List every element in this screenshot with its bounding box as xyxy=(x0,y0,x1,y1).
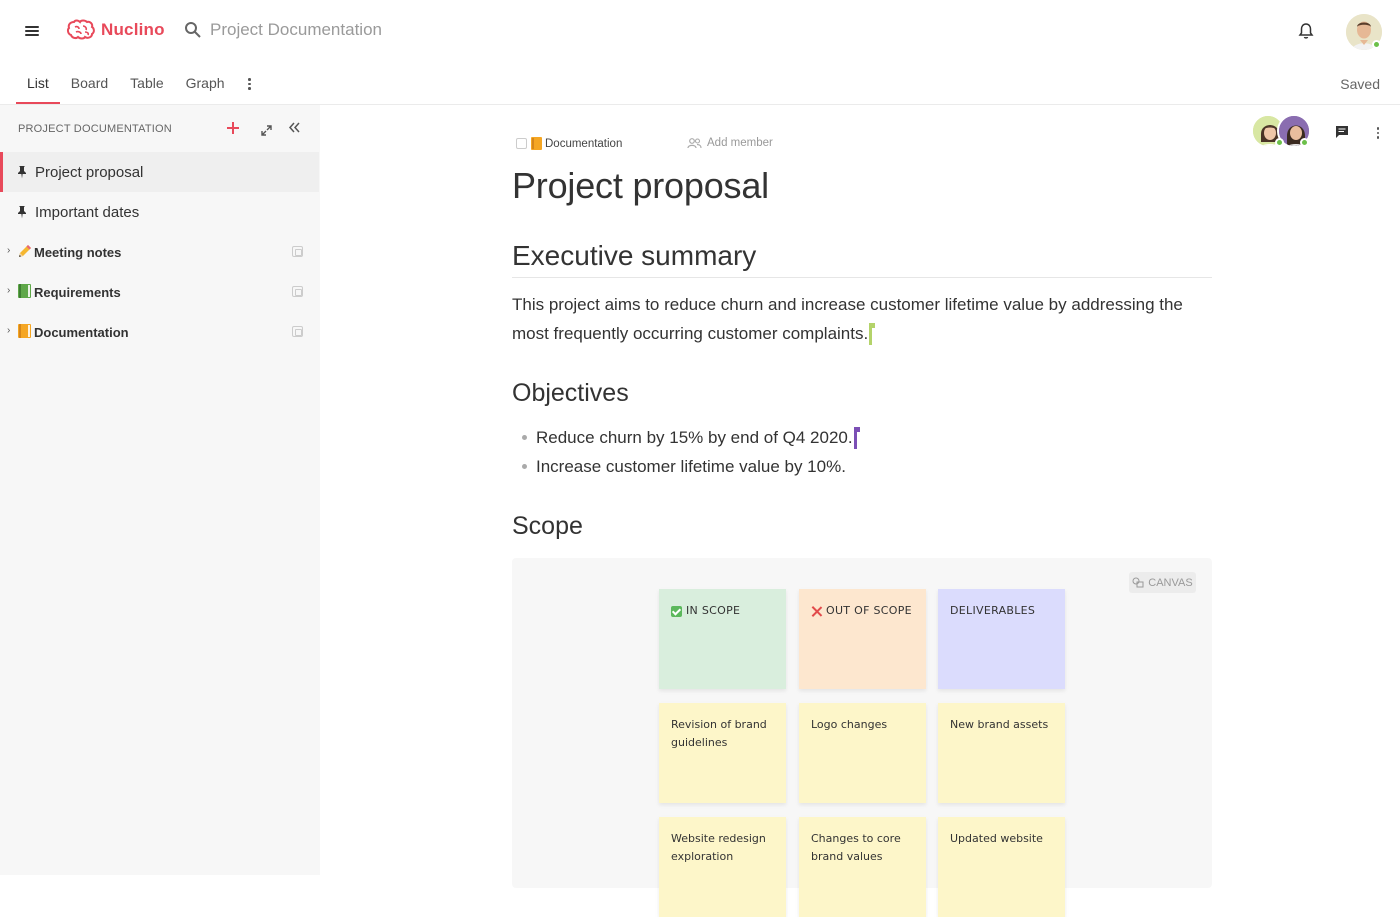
green-book-icon xyxy=(18,284,31,298)
plus-icon xyxy=(227,122,239,134)
list-item-text: Reduce churn by 15% by end of Q4 2020. xyxy=(536,428,853,447)
collection-breadcrumb[interactable]: Documentation xyxy=(516,137,622,150)
note-header: DELIVERABLES xyxy=(950,604,1036,617)
view-tabs: List Board Table Graph xyxy=(16,64,260,104)
collaborator-cursor xyxy=(853,427,860,449)
canvas-badge[interactable]: CANVAS xyxy=(1129,572,1196,593)
pin-icon xyxy=(18,166,26,179)
sticky-note[interactable]: Website redesign exploration xyxy=(659,817,786,917)
tab-list[interactable]: List xyxy=(16,64,60,104)
add-item-button[interactable] xyxy=(226,120,240,138)
app-name: Nuclino xyxy=(101,20,165,39)
sidebar: PROJECT DOCUMENTATION Project proposal I… xyxy=(0,105,320,875)
chevron-right-icon[interactable]: › xyxy=(7,325,10,336)
sticky-note[interactable]: Logo changes xyxy=(799,703,926,803)
bell-icon xyxy=(1298,23,1314,39)
note-text: Logo changes xyxy=(811,718,888,731)
chevron-right-icon[interactable]: › xyxy=(7,285,10,296)
collapse-sidebar-button[interactable] xyxy=(288,121,301,139)
sidebar-item-documentation[interactable]: › Documentation xyxy=(0,312,319,352)
tab-table[interactable]: Table xyxy=(119,64,174,104)
online-status-dot xyxy=(1372,40,1381,49)
note-header: IN SCOPE xyxy=(686,604,741,617)
note-header: OUT OF SCOPE xyxy=(826,604,912,617)
sidebar-item-label: Project proposal xyxy=(35,163,144,181)
pin-icon xyxy=(18,206,26,219)
list-item-text: Increase customer lifetime value by 10%. xyxy=(536,457,846,476)
scope-canvas[interactable]: CANVAS IN SCOPE OUT OF SCOPE DELIVERABLE… xyxy=(512,558,1212,917)
document-more-icon[interactable] xyxy=(1376,126,1380,140)
chevron-right-icon[interactable]: › xyxy=(7,245,10,256)
note-text: Updated website xyxy=(950,832,1043,845)
app-logo[interactable]: Nuclino xyxy=(66,18,165,42)
search-label: Project Documentation xyxy=(210,20,382,39)
shapes-icon xyxy=(1132,577,1144,588)
more-views-icon[interactable] xyxy=(240,64,260,104)
page-title[interactable]: Project proposal xyxy=(512,165,769,207)
top-bar: Nuclino Project Documentation xyxy=(0,0,1400,64)
list-item[interactable]: Increase customer lifetime value by 10%. xyxy=(512,452,857,481)
sticky-note[interactable]: New brand assets xyxy=(938,703,1065,803)
pencil-emoji-icon xyxy=(19,245,31,257)
online-status-dot xyxy=(1275,138,1284,147)
collection-name: Documentation xyxy=(545,137,623,150)
note-text: Revision of brand guidelines xyxy=(671,718,767,749)
orange-book-icon xyxy=(18,324,31,338)
save-status: Saved xyxy=(1340,76,1380,92)
sticky-note[interactable]: Revision of brand guidelines xyxy=(659,703,786,803)
sticky-note[interactable]: Updated website xyxy=(938,817,1065,917)
search-bar[interactable]: Project Documentation xyxy=(184,20,382,40)
sidebar-item-important-dates[interactable]: Important dates xyxy=(0,192,319,232)
sidebar-item-label: Documentation xyxy=(34,324,129,340)
canvas-badge-label: CANVAS xyxy=(1148,576,1193,589)
tab-graph[interactable]: Graph xyxy=(175,64,236,104)
heading-executive-summary[interactable]: Executive summary xyxy=(512,240,756,272)
sidebar-item-requirements[interactable]: › Requirements xyxy=(0,272,319,312)
expand-icon xyxy=(261,125,272,136)
people-icon xyxy=(687,137,702,148)
paragraph-text: This project aims to reduce churn and in… xyxy=(512,295,1183,343)
check-icon xyxy=(671,605,682,617)
note-text: Website redesign exploration xyxy=(671,832,766,863)
collaborators[interactable] xyxy=(1251,114,1311,150)
sticky-note-deliverables[interactable]: DELIVERABLES xyxy=(938,589,1065,689)
collaborator-cursor xyxy=(869,323,876,345)
brain-logo-icon xyxy=(66,19,95,40)
heading-objectives[interactable]: Objectives xyxy=(512,379,629,408)
sticky-note-out-of-scope[interactable]: OUT OF SCOPE xyxy=(799,589,926,689)
sticky-note-in-scope[interactable]: IN SCOPE xyxy=(659,589,786,689)
sidebar-header: PROJECT DOCUMENTATION xyxy=(18,123,172,135)
list-item[interactable]: Reduce churn by 15% by end of Q4 2020. xyxy=(512,423,860,452)
add-member-label: Add member xyxy=(707,137,773,149)
double-chevron-left-icon xyxy=(288,122,300,133)
note-text: Changes to core brand values xyxy=(811,832,901,863)
online-status-dot xyxy=(1300,138,1309,147)
tab-board[interactable]: Board xyxy=(60,64,119,104)
checkbox-icon[interactable] xyxy=(516,138,527,149)
sticky-note[interactable]: Changes to core brand values xyxy=(799,817,926,917)
copy-icon[interactable] xyxy=(292,326,303,337)
copy-icon[interactable] xyxy=(292,246,303,257)
notifications-button[interactable] xyxy=(1298,22,1314,45)
sidebar-item-label: Requirements xyxy=(34,284,121,300)
comments-button[interactable] xyxy=(1335,125,1349,144)
sidebar-item-label: Important dates xyxy=(35,203,140,221)
orange-book-icon xyxy=(531,137,542,150)
expand-button[interactable] xyxy=(261,123,272,141)
heading-scope[interactable]: Scope xyxy=(512,512,583,541)
sidebar-item-project-proposal[interactable]: Project proposal xyxy=(0,152,319,192)
sidebar-item-label: Meeting notes xyxy=(34,244,122,260)
search-icon xyxy=(185,22,201,38)
copy-icon[interactable] xyxy=(292,286,303,297)
sidebar-item-meeting-notes[interactable]: › Meeting notes xyxy=(0,232,319,272)
add-member-button[interactable]: Add member xyxy=(687,137,773,149)
heading-divider xyxy=(512,277,1212,278)
menu-icon[interactable] xyxy=(22,24,42,40)
objectives-list: Reduce churn by 15% by end of Q4 2020. I… xyxy=(512,423,860,481)
comment-icon xyxy=(1336,126,1348,138)
note-text: New brand assets xyxy=(950,718,1049,731)
cross-icon xyxy=(811,606,822,617)
executive-summary-text[interactable]: This project aims to reduce churn and in… xyxy=(512,290,1212,348)
